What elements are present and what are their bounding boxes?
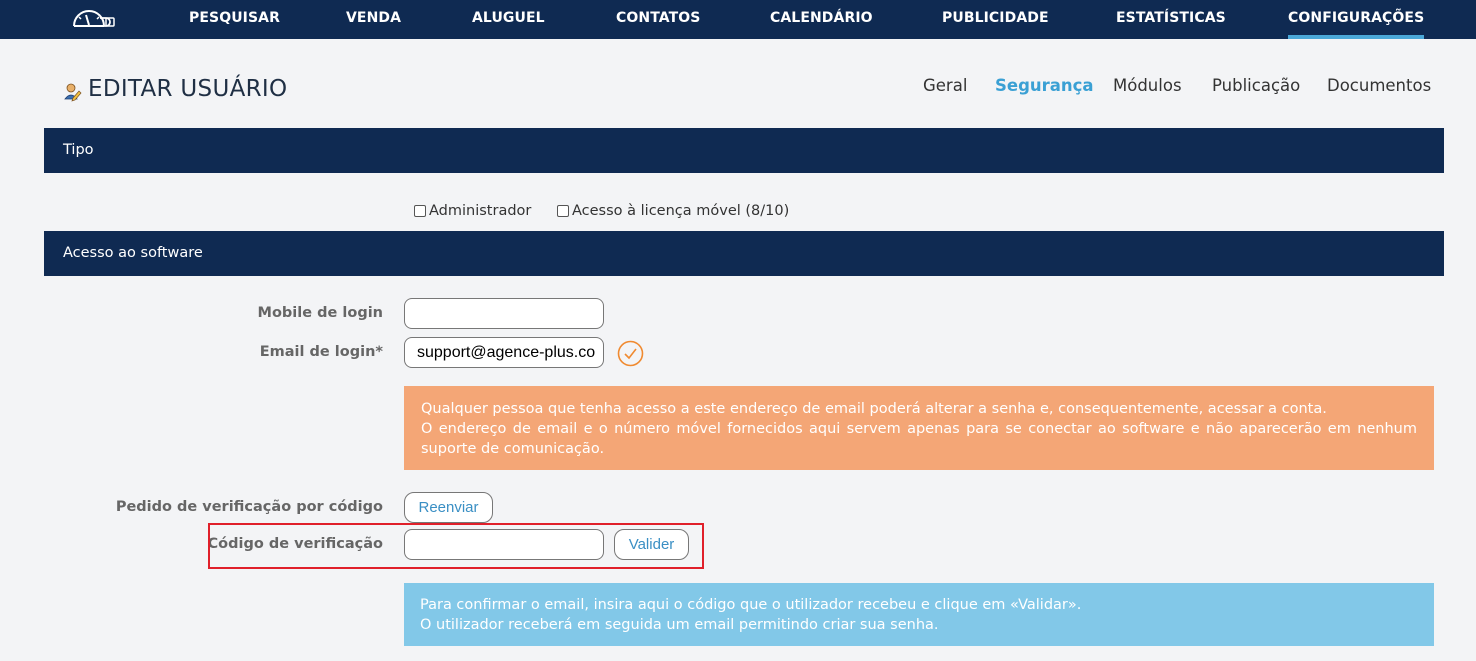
nav-item-publicidade[interactable]: PUBLICIDADE bbox=[942, 0, 1049, 39]
speedometer-icon[interactable] bbox=[70, 4, 116, 30]
mobile-license-option[interactable]: Acesso à licença móvel (8/10) bbox=[557, 203, 789, 219]
section-header-tipo: Tipo bbox=[44, 128, 1444, 173]
warning-line-1: Qualquer pessoa que tenha acesso a este … bbox=[421, 401, 1327, 417]
top-navbar: PESQUISAR VENDA ALUGUEL CONTATOS CALENDÁ… bbox=[0, 0, 1476, 39]
tab-seguranca[interactable]: Segurança bbox=[995, 76, 1094, 95]
email-login-label: Email de login* bbox=[259, 344, 383, 360]
nav-item-estatisticas[interactable]: ESTATÍSTICAS bbox=[1116, 0, 1226, 39]
warning-line-2: O endereço de email e o número móvel for… bbox=[421, 421, 1417, 457]
admin-option[interactable]: Administrador bbox=[414, 203, 531, 219]
mobile-license-label: Acesso à licença móvel (8/10) bbox=[572, 203, 790, 219]
mobile-login-label: Mobile de login bbox=[257, 305, 383, 321]
verification-info-box: Para confirmar o email, insira aqui o có… bbox=[404, 583, 1434, 646]
nav-item-aluguel[interactable]: ALUGUEL bbox=[472, 0, 545, 39]
nav-item-calendario[interactable]: CALENDÁRIO bbox=[770, 0, 873, 39]
nav-item-configuracoes[interactable]: CONFIGURAÇÕES bbox=[1288, 0, 1425, 39]
page-header: EDITAR USUÁRIO bbox=[62, 74, 287, 104]
check-circle-icon bbox=[617, 340, 644, 367]
nav-item-pesquisar[interactable]: PESQUISAR bbox=[189, 0, 280, 39]
email-warning-box: Qualquer pessoa que tenha acesso a este … bbox=[404, 386, 1434, 470]
tab-publicacao[interactable]: Publicação bbox=[1212, 76, 1300, 95]
admin-checkbox[interactable] bbox=[414, 205, 426, 217]
mobile-login-input[interactable] bbox=[404, 298, 604, 329]
admin-label: Administrador bbox=[429, 203, 532, 219]
user-edit-icon bbox=[64, 83, 82, 102]
mobile-license-checkbox[interactable] bbox=[557, 205, 569, 217]
tab-modulos[interactable]: Módulos bbox=[1113, 76, 1182, 95]
verification-request-label: Pedido de verificação por código bbox=[115, 499, 383, 515]
resend-button[interactable]: Reenviar bbox=[404, 492, 493, 523]
nav-item-venda[interactable]: VENDA bbox=[346, 0, 401, 39]
highlight-frame bbox=[208, 523, 704, 569]
info-line-2: O utilizador receberá em seguida um emai… bbox=[420, 617, 939, 633]
tab-documentos[interactable]: Documentos bbox=[1327, 76, 1431, 95]
info-line-1: Para confirmar o email, insira aqui o có… bbox=[420, 597, 1082, 613]
section-header-acesso: Acesso ao software bbox=[44, 231, 1444, 276]
email-login-input[interactable]: support@agence-plus.co bbox=[404, 337, 604, 368]
page-title: EDITAR USUÁRIO bbox=[88, 76, 288, 102]
nav-item-contatos[interactable]: CONTATOS bbox=[616, 0, 700, 39]
tab-geral[interactable]: Geral bbox=[923, 76, 967, 95]
